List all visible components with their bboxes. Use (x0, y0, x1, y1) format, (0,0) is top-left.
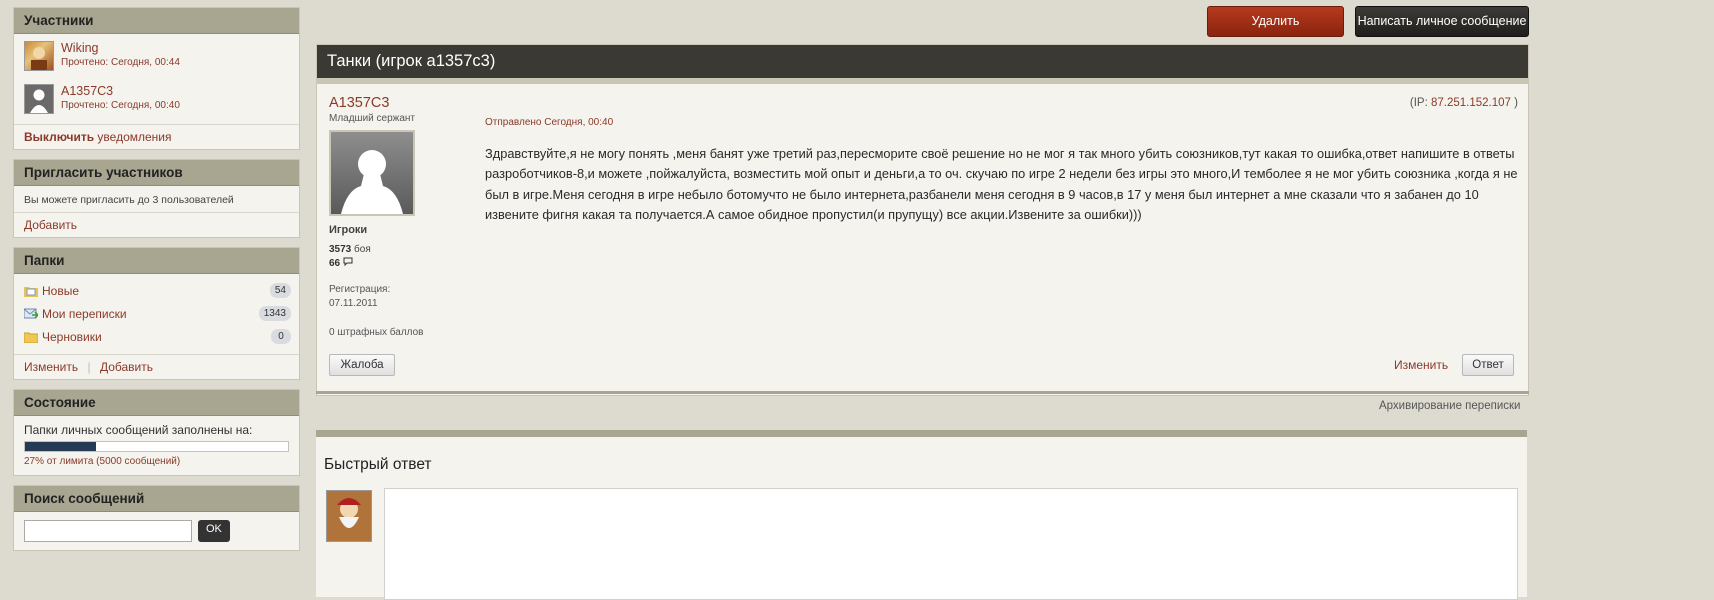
comment-icon (343, 257, 353, 267)
write-message-button[interactable]: Написать личное сообщение (1355, 6, 1529, 37)
archive-link[interactable]: Архивирование переписки (1379, 400, 1520, 412)
folder-item-drafts[interactable]: Черновики 0 (14, 325, 299, 348)
folder-item-new[interactable]: Новые 54 (14, 279, 299, 302)
search-ok-button[interactable]: OK (198, 520, 230, 542)
posts-count: 66 (329, 258, 341, 269)
storage-progress-bar (24, 441, 289, 452)
participant-read-time: Прочтено: Сегодня, 00:40 (61, 100, 180, 111)
unsubscribe-link[interactable]: Выключить (24, 130, 94, 144)
folder-name[interactable]: Черновики (42, 330, 271, 344)
reply-button[interactable]: Ответ (1462, 354, 1514, 376)
author-posts: 66 (329, 257, 469, 271)
folder-name[interactable]: Новые (42, 284, 270, 298)
invite-box: Пригласить участников Вы можете пригласи… (13, 159, 300, 238)
inbox-icon (24, 308, 38, 319)
message-thread: Танки (игрок а1357с3) A1357C3 Младший се… (316, 44, 1529, 396)
participant-item: A1357C3 Прочтено: Сегодня, 00:40 (14, 77, 299, 124)
invite-add-link[interactable]: Добавить (24, 218, 77, 232)
folders-add-link[interactable]: Добавить (100, 360, 153, 374)
participant-read-time: Прочтено: Сегодня, 00:44 (61, 57, 180, 68)
ip-address[interactable]: 87.251.152.107 (1431, 97, 1511, 109)
battles-count: 3573 (329, 244, 352, 255)
notifications-toggle[interactable]: Выключить уведомления (14, 124, 299, 149)
ip-close: ) (1514, 97, 1518, 109)
author-penalty: 0 штрафных баллов (329, 327, 424, 338)
author-avatar[interactable] (329, 130, 415, 216)
quick-reply-title: Быстрый ответ (324, 456, 432, 473)
author-rank: Младший сержант (329, 113, 416, 124)
search-title: Поиск сообщений (14, 486, 299, 512)
author-registration: Регистрация: 07.11.2011 (329, 283, 469, 311)
author-battles: 3573 боя (329, 243, 469, 257)
unsubscribe-label[interactable]: уведомления (97, 130, 171, 144)
folders-title: Папки (14, 248, 299, 274)
avatar (326, 490, 372, 542)
avatar[interactable] (24, 41, 54, 71)
author-name[interactable]: A1357C3 (329, 95, 469, 111)
status-box: Состояние Папки личных сообщений заполне… (13, 389, 300, 476)
folder-new-icon (24, 286, 38, 297)
folder-icon (24, 332, 38, 343)
author-group: Игроки (329, 224, 368, 236)
folder-count: 0 (271, 329, 291, 344)
sidebar: Участники Wiking Прочтено: Сегодня, 00:4… (13, 7, 300, 560)
storage-progress-fill (25, 442, 96, 451)
status-title: Состояние (14, 390, 299, 416)
author-info: A1357C3 Младший сержант Игроки 3573 боя … (329, 95, 469, 338)
participants-title: Участники (14, 8, 299, 34)
folder-count: 1343 (258, 306, 291, 321)
edit-link[interactable]: Изменить (1394, 358, 1448, 372)
quick-reply-textarea[interactable] (384, 488, 1518, 600)
registration-date: 07.11.2011 (329, 298, 378, 309)
ip-label: (IP: (1409, 97, 1428, 109)
quick-reply: Быстрый ответ (316, 430, 1527, 600)
sent-timestamp: Отправлено Сегодня, 00:40 (485, 117, 614, 128)
message-body: Здравствуйте,я не могу понять ,меня баня… (485, 146, 1518, 222)
thread-title: Танки (игрок а1357с3) (317, 45, 1528, 84)
participants-box: Участники Wiking Прочтено: Сегодня, 00:4… (13, 7, 300, 150)
divider: | (87, 360, 91, 374)
invite-footer: Добавить (14, 212, 299, 237)
registration-label: Регистрация: (329, 284, 391, 295)
invite-title: Пригласить участников (14, 160, 299, 186)
folder-item-conversations[interactable]: Мои переписки 1343 (14, 302, 299, 325)
divider (316, 391, 1529, 394)
folders-footer: Изменить | Добавить (14, 354, 299, 379)
invite-text: Вы можете пригласить до 3 пользователей (24, 194, 234, 206)
search-input[interactable] (24, 520, 192, 542)
delete-button[interactable]: Удалить (1207, 6, 1344, 37)
participant-name[interactable]: A1357C3 (61, 84, 180, 99)
participant-name[interactable]: Wiking (61, 41, 180, 56)
participant-item: Wiking Прочтено: Сегодня, 00:44 (14, 34, 299, 77)
status-label: Папки личных сообщений заполнены на: (24, 423, 253, 437)
folders-edit-link[interactable]: Изменить (24, 360, 78, 374)
status-caption: 27% от лимита (5000 сообщений) (24, 456, 181, 467)
ip-info: (IP: 87.251.152.107 ) (1410, 97, 1518, 109)
complaint-button[interactable]: Жалоба (329, 354, 395, 376)
folder-name[interactable]: Мои переписки (42, 307, 259, 321)
folders-box: Папки Новые 54 Мои переписки 1343 Чернов… (13, 247, 300, 380)
folder-count: 54 (269, 283, 291, 298)
avatar[interactable] (24, 84, 54, 114)
battles-label: боя (354, 244, 371, 255)
search-box: Поиск сообщений OK (13, 485, 300, 551)
